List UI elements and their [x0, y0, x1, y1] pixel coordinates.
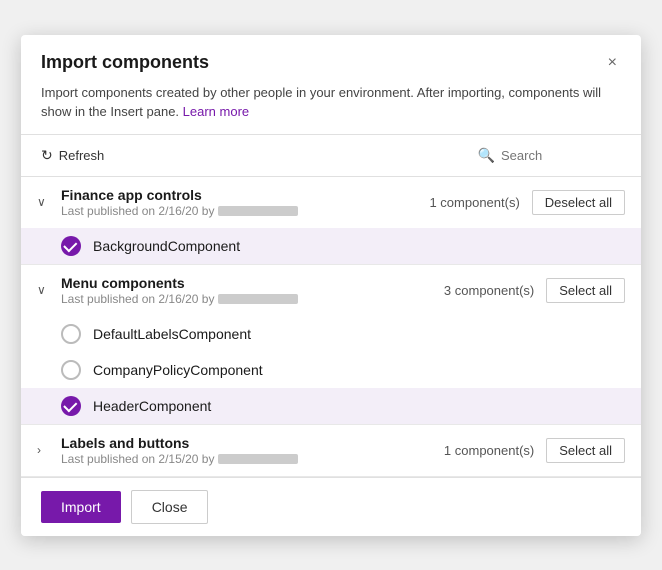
checkbox-checked-icon [61, 236, 81, 256]
select-all-button[interactable]: Select all [546, 438, 625, 463]
group-meta: Last published on 2/16/20 by [61, 204, 421, 218]
group-info-menu: Menu componentsLast published on 2/16/20… [61, 275, 436, 306]
dialog-description: Import components created by other peopl… [21, 83, 641, 134]
group-info-finance: Finance app controlsLast published on 2/… [61, 187, 421, 218]
component-item[interactable]: BackgroundComponent [21, 228, 641, 264]
group-menu: ∨ Menu componentsLast published on 2/16/2… [21, 265, 641, 425]
select-all-button[interactable]: Select all [546, 278, 625, 303]
dialog-title: Import components [41, 52, 209, 73]
component-label: DefaultLabelsComponent [93, 326, 251, 342]
component-label: BackgroundComponent [93, 238, 240, 254]
chevron-down-icon[interactable]: ∨ [37, 195, 53, 209]
component-label: HeaderComponent [93, 398, 211, 414]
import-button[interactable]: Import [41, 491, 121, 523]
close-button[interactable]: × [604, 51, 621, 75]
group-name: Finance app controls [61, 187, 421, 203]
component-count: 3 component(s) [444, 283, 534, 298]
refresh-button[interactable]: ↻ Refresh [41, 143, 104, 168]
group-header-labels: › Labels and buttonsLast published on 2/1… [21, 425, 641, 476]
group-name: Menu components [61, 275, 436, 291]
deselect-all-button[interactable]: Deselect all [532, 190, 625, 215]
chevron-right-icon[interactable]: › [37, 443, 53, 457]
learn-more-link[interactable]: Learn more [183, 104, 249, 119]
content-area: ∨Finance app controlsLast published on 2… [21, 177, 641, 477]
group-labels: › Labels and buttonsLast published on 2/1… [21, 425, 641, 477]
group-actions-menu: 3 component(s) Select all [444, 278, 625, 303]
dialog-header: Import components × [21, 35, 641, 83]
group-actions-labels: 1 component(s) Select all [444, 438, 625, 463]
cancel-button[interactable]: Close [131, 490, 209, 524]
group-actions-finance: 1 component(s) Deselect all [429, 190, 625, 215]
group-finance: ∨ Finance app controlsLast published on 2… [21, 177, 641, 265]
group-meta: Last published on 2/16/20 by [61, 292, 436, 306]
component-item[interactable]: CompanyPolicyComponent [21, 352, 641, 388]
checkbox-unchecked-icon [61, 324, 81, 344]
component-label: CompanyPolicyComponent [93, 362, 263, 378]
group-header-finance: ∨ Finance app controlsLast published on 2… [21, 177, 641, 228]
toolbar: ↻ Refresh 🔍 [21, 134, 641, 177]
component-item[interactable]: HeaderComponent [21, 388, 641, 424]
dialog-footer: Import Close [21, 477, 641, 536]
checkbox-unchecked-icon [61, 360, 81, 380]
group-info-labels: Labels and buttonsLast published on 2/15… [61, 435, 436, 466]
chevron-down-icon[interactable]: ∨ [37, 283, 53, 297]
import-components-dialog: Import components × Import components cr… [21, 35, 641, 536]
search-icon: 🔍 [478, 147, 495, 164]
component-count: 1 component(s) [444, 443, 534, 458]
component-item[interactable]: DefaultLabelsComponent [21, 316, 641, 352]
refresh-icon: ↻ [41, 147, 53, 164]
group-header-menu: ∨ Menu componentsLast published on 2/16/2… [21, 265, 641, 316]
group-meta: Last published on 2/15/20 by [61, 452, 436, 466]
search-container: 🔍 [478, 147, 621, 164]
group-name: Labels and buttons [61, 435, 436, 451]
search-input[interactable] [501, 148, 621, 163]
component-count: 1 component(s) [429, 195, 519, 210]
checkbox-checked-icon [61, 396, 81, 416]
